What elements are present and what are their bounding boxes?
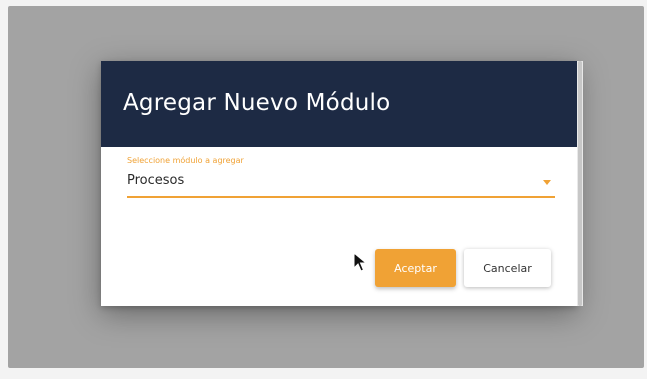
accept-button[interactable]: Aceptar [375,249,456,287]
module-select-label: Seleccione módulo a agregar [127,156,244,165]
module-select[interactable]: Seleccione módulo a agregar Procesos [127,156,555,201]
mouse-pointer-icon [353,252,367,272]
cancel-button[interactable]: Cancelar [464,249,551,287]
chevron-down-icon[interactable] [543,180,551,185]
module-select-underline [127,196,555,198]
dialog-title: Agregar Nuevo Módulo [123,90,391,116]
module-select-value[interactable]: Procesos [127,173,184,188]
dialog-header: Agregar Nuevo Módulo [101,61,577,147]
dialog-scrollbar[interactable] [577,61,583,306]
scrollbar-thumb[interactable] [578,61,582,306]
add-module-dialog: Agregar Nuevo Módulo Seleccione módulo a… [101,61,577,306]
